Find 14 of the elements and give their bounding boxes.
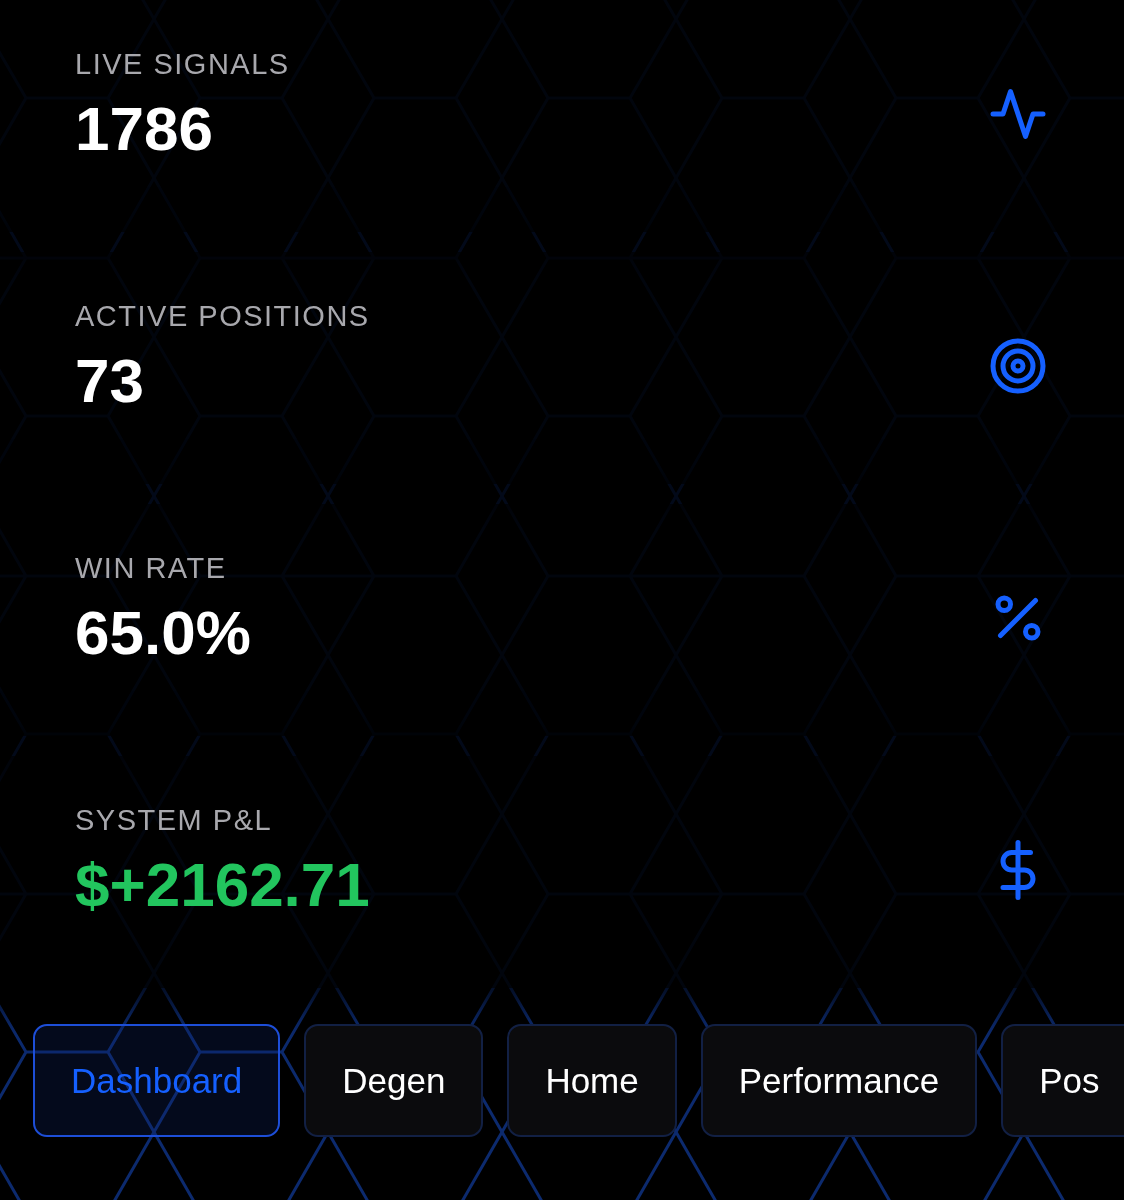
stat-value: 65.0% xyxy=(75,599,251,668)
stat-value: 73 xyxy=(75,347,145,416)
nav-tab[interactable]: Performance xyxy=(700,1024,978,1137)
stat-label: ACTIVE POSITIONS xyxy=(75,300,370,333)
nav-tab[interactable]: Home xyxy=(507,1024,677,1137)
stat-label: SYSTEM P&L xyxy=(75,804,274,837)
stat-label: WIN RATE xyxy=(75,552,228,585)
stat-value: $+2162.71 xyxy=(75,851,370,920)
nav-tab[interactable]: Dashboard xyxy=(33,1024,281,1137)
stat-value: 1786 xyxy=(75,95,214,164)
target-icon xyxy=(988,336,1048,396)
nav-tab[interactable]: Degen xyxy=(304,1024,484,1137)
nav-tab[interactable]: Pos xyxy=(1001,1024,1124,1137)
stat-label: LIVE SIGNALS xyxy=(75,48,290,81)
